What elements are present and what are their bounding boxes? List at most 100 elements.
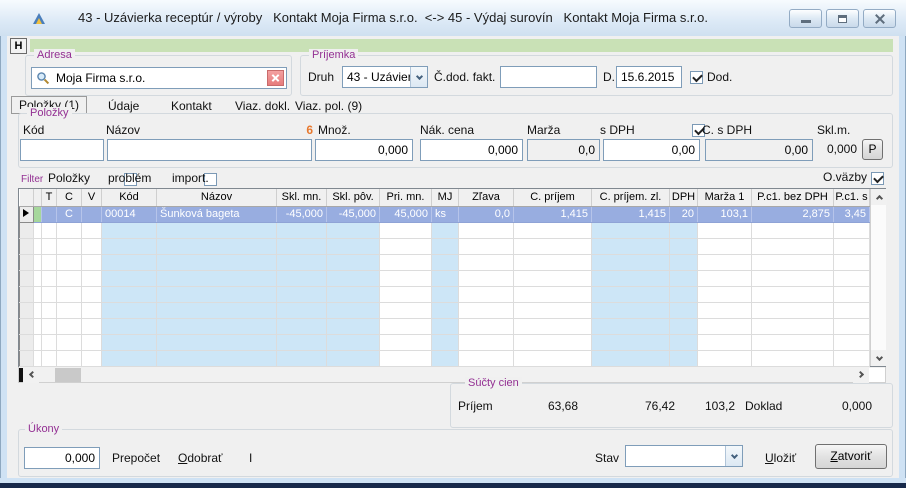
sdph-label: s DPH bbox=[600, 123, 635, 137]
nazov-input[interactable] bbox=[107, 139, 312, 161]
titlebar[interactable]: 43 - Uzávierka receptúr / výroby Kontakt… bbox=[0, 0, 906, 36]
app-window: 43 - Uzávierka receptúr / výroby Kontakt… bbox=[0, 0, 906, 488]
table-row-empty[interactable] bbox=[20, 318, 870, 334]
table-row-empty[interactable] bbox=[20, 270, 870, 286]
minimize-icon bbox=[801, 20, 811, 23]
stav-label: Stav bbox=[595, 451, 619, 465]
close-icon bbox=[874, 13, 886, 25]
zatvorit-button[interactable]: Zatvoriť bbox=[815, 444, 887, 469]
items-table: T C V Kód Názov Skl. mn. Skl. pôv. Pri. … bbox=[18, 188, 886, 367]
druh-combobox[interactable]: 43 - Uzávierka receptúr / bbox=[342, 66, 428, 88]
dod-checkbox[interactable] bbox=[690, 71, 703, 84]
table-row-selected[interactable]: C 00014 Šunková bageta -45,000 -45,000 4… bbox=[20, 206, 870, 222]
col-mj: MJ bbox=[432, 189, 459, 206]
row-status-cell bbox=[34, 206, 42, 222]
stav-value bbox=[626, 446, 725, 466]
import-label: import. bbox=[172, 171, 209, 185]
col-skl-mn: Skl. mn. bbox=[277, 189, 327, 206]
horizontal-scroll-thumb[interactable] bbox=[55, 368, 81, 382]
kod-input[interactable] bbox=[20, 139, 104, 161]
dod-label: Dod. bbox=[707, 70, 732, 84]
sum-value-3: 103,2 bbox=[655, 399, 735, 413]
horizontal-scrollbar[interactable] bbox=[18, 367, 886, 383]
cell-nazov: Šunková bageta bbox=[157, 206, 277, 222]
chevron-down-icon[interactable] bbox=[410, 67, 427, 87]
clear-address-button[interactable] bbox=[267, 70, 284, 86]
tab-kontakt[interactable]: Kontakt bbox=[171, 99, 212, 113]
col-t: T bbox=[42, 189, 57, 206]
col-gutter bbox=[20, 189, 34, 206]
ukony-input[interactable]: 0,000 bbox=[24, 447, 100, 469]
ovazby-label: O.väzby bbox=[823, 170, 867, 184]
sdph-input[interactable]: 0,00 bbox=[603, 139, 700, 161]
p-button[interactable]: P bbox=[862, 139, 883, 160]
scroll-up-button[interactable] bbox=[871, 189, 887, 205]
window-border-right bbox=[899, 36, 906, 478]
tab-viaz-pol[interactable]: Viaz. pol. (9) bbox=[295, 99, 362, 113]
doklad-label: Doklad bbox=[745, 399, 782, 413]
col-pri-mn: Pri. mn. bbox=[380, 189, 432, 206]
items-grid[interactable]: T C V Kód Názov Skl. mn. Skl. pôv. Pri. … bbox=[19, 189, 870, 367]
window-border-left bbox=[0, 36, 7, 478]
col-zlava: Zľava bbox=[459, 189, 514, 206]
vertical-scroll-track[interactable] bbox=[871, 205, 886, 350]
vertical-scrollbar[interactable] bbox=[870, 189, 886, 366]
odobrat-button[interactable]: Odobrať bbox=[178, 451, 223, 465]
prepocet-button[interactable]: Prepočet bbox=[112, 451, 160, 465]
sklm-value: 0,000 bbox=[800, 142, 857, 156]
table-row-empty[interactable] bbox=[20, 286, 870, 302]
date-label: D. bbox=[603, 70, 615, 84]
table-row-empty[interactable] bbox=[20, 334, 870, 350]
bottom-strip bbox=[0, 483, 906, 488]
prijemka-group-label: Príjemka bbox=[309, 49, 358, 62]
col-kod: Kód bbox=[102, 189, 157, 206]
status-strip bbox=[30, 39, 893, 52]
restore-button[interactable] bbox=[826, 9, 859, 28]
nak-cena-input[interactable]: 0,000 bbox=[420, 139, 523, 161]
kod-label: Kód bbox=[23, 123, 44, 137]
close-button[interactable] bbox=[863, 9, 896, 28]
scroll-left-button[interactable] bbox=[23, 367, 39, 383]
stav-combobox[interactable] bbox=[625, 445, 743, 467]
adresa-field[interactable]: Moja Firma s.r.o. bbox=[31, 67, 287, 89]
tab-viaz-dokl[interactable]: Viaz. dokl. bbox=[235, 99, 290, 113]
h-button[interactable]: H bbox=[10, 38, 27, 54]
scroll-down-button[interactable] bbox=[871, 350, 887, 366]
table-header-row[interactable]: T C V Kód Názov Skl. mn. Skl. pôv. Pri. … bbox=[20, 189, 870, 206]
druh-value: 43 - Uzávierka receptúr / bbox=[343, 67, 410, 87]
restore-icon bbox=[838, 15, 847, 23]
prijem-label: Príjem bbox=[458, 399, 493, 413]
col-c-prijem-zl: C. príjem. zl. bbox=[592, 189, 670, 206]
filter-label: Filter bbox=[21, 174, 43, 185]
table-row-empty[interactable] bbox=[20, 350, 870, 366]
date-input[interactable]: 15.6.2015 bbox=[616, 66, 682, 88]
csdph-label: C. s DPH bbox=[702, 123, 752, 137]
row-marker-cell bbox=[20, 206, 34, 222]
table-row-empty[interactable] bbox=[20, 222, 870, 238]
table-row-empty[interactable] bbox=[20, 254, 870, 270]
cdod-input[interactable] bbox=[500, 66, 597, 88]
ulozit-button[interactable]: Uložiť bbox=[765, 451, 796, 465]
marza-label: Marža bbox=[527, 123, 560, 137]
filter-polozky-label: Položky bbox=[48, 171, 90, 185]
minimize-button[interactable] bbox=[789, 9, 822, 28]
nazov-label: Názov bbox=[106, 123, 140, 137]
col-dph: DPH bbox=[670, 189, 698, 206]
tab-udaje[interactable]: Údaje bbox=[108, 99, 139, 113]
mnoz-input[interactable]: 0,000 bbox=[315, 139, 413, 161]
cdod-label: Č.dod. fakt. bbox=[434, 70, 495, 84]
row-marker-icon bbox=[23, 209, 29, 217]
row-count-badge: 6 bbox=[295, 123, 313, 137]
scrollbar-corner bbox=[869, 368, 885, 382]
table-row-empty[interactable] bbox=[20, 238, 870, 254]
sklm-label: Skl.m. bbox=[817, 123, 850, 137]
adresa-group-label: Adresa bbox=[34, 49, 75, 62]
nak-cena-label: Nák. cena bbox=[420, 123, 474, 137]
chevron-down-icon[interactable] bbox=[725, 446, 742, 466]
col-v: V bbox=[82, 189, 102, 206]
scroll-right-button[interactable] bbox=[853, 367, 869, 383]
ovazby-checkbox[interactable] bbox=[871, 172, 884, 185]
i-button[interactable]: I bbox=[249, 451, 252, 465]
problem-label: problém bbox=[108, 171, 151, 185]
table-row-empty[interactable] bbox=[20, 302, 870, 318]
